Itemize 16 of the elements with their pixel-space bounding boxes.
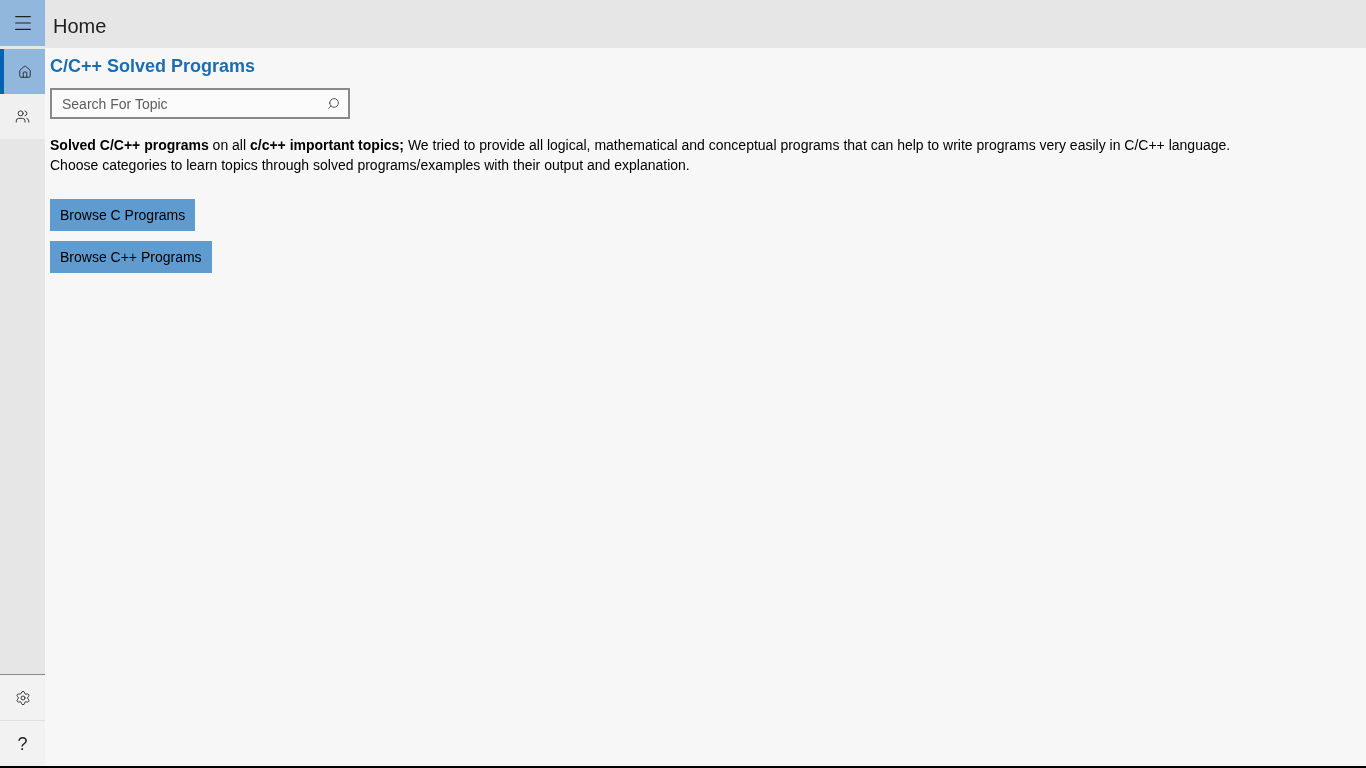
people-icon — [15, 109, 30, 124]
intro-text: Choose categories to learn topics through solved programs/examples with their output and explanation. — [50, 156, 691, 174]
intro-text: Solved C/C++ programs on all c/c++ important topics; We tried to provide all logical, mathematical and conceptual programs that can help to write programs very easily in C/C++ language. — [50, 136, 1231, 154]
settings-icon — [14, 689, 31, 706]
browse-button[interactable]: Browse C Programs — [50, 199, 196, 231]
menu-button[interactable] — [0, 0, 45, 46]
nav-item[interactable]: ? — [0, 721, 45, 766]
nav-item[interactable] — [0, 49, 45, 94]
home-icon — [17, 64, 32, 79]
nav-item[interactable] — [0, 675, 45, 720]
search-field[interactable]: Search For Topic — [50, 88, 350, 119]
page-heading: C/C++ Solved Programs — [50, 55, 256, 78]
page-title: Home — [53, 13, 107, 39]
browse-button[interactable]: Browse C++ Programs — [50, 241, 212, 273]
search-icon — [327, 97, 340, 110]
nav-item[interactable] — [0, 94, 45, 139]
